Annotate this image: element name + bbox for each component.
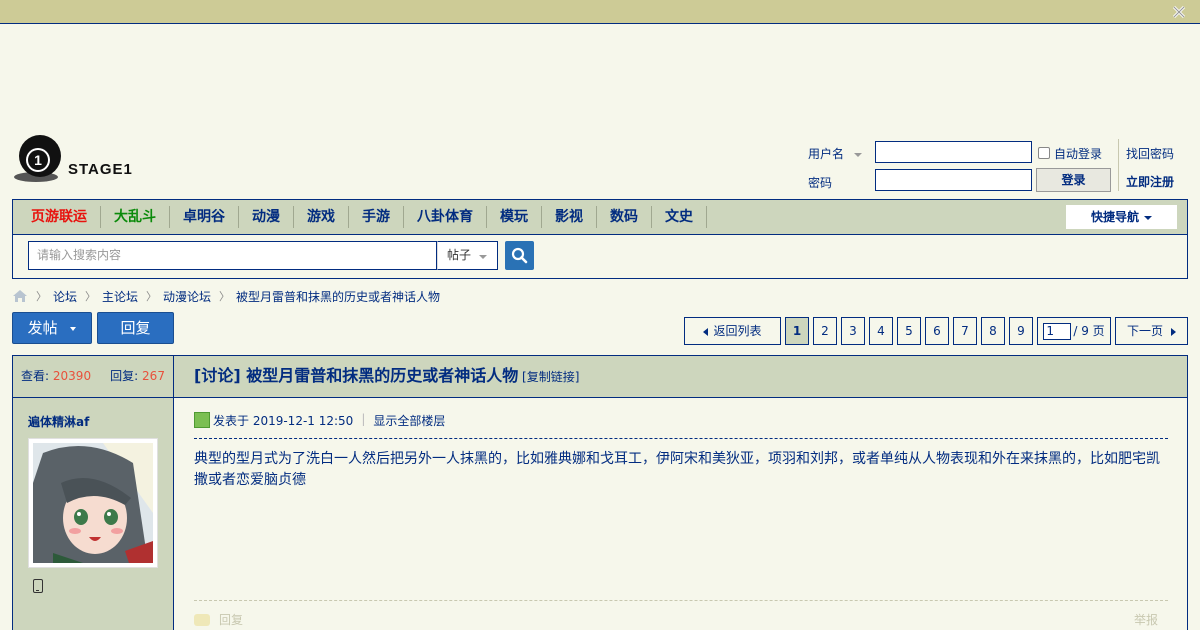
password-label: 密码 xyxy=(808,176,833,190)
post-footer: 回复 举报 xyxy=(194,600,1168,630)
main-nav: 页游联运 大乱斗 卓明谷 动漫 游戏 手游 八卦体育 模玩 影视 数码 文史 快… xyxy=(12,199,1188,235)
page-1[interactable]: 1 xyxy=(785,317,809,345)
breadcrumb: 〉 论坛 〉 主论坛 〉 动漫论坛 〉 被型月雷普和抹黑的历史或者神话人物 xyxy=(12,288,440,304)
breadcrumb-item-thread[interactable]: 被型月雷普和抹黑的历史或者神话人物 xyxy=(236,288,440,305)
stage1-logo-icon: 1 xyxy=(14,135,61,182)
avatar[interactable] xyxy=(28,438,158,568)
report-link[interactable]: 举报 xyxy=(1134,611,1158,628)
post-date: 发表于 2019-12-1 12:50 xyxy=(213,414,354,428)
page-9[interactable]: 9 xyxy=(1009,317,1033,345)
nav-item-digital[interactable]: 数码 xyxy=(597,206,652,228)
chevron-down-icon xyxy=(1144,215,1152,220)
close-icon[interactable] xyxy=(1172,5,1186,19)
nav-item-models[interactable]: 模玩 xyxy=(487,206,542,228)
breadcrumb-item-forum[interactable]: 论坛 xyxy=(53,288,77,305)
quick-nav-label: 快捷导航 xyxy=(1090,210,1139,224)
search-button[interactable] xyxy=(505,241,534,270)
back-to-list-button[interactable]: 返回列表 xyxy=(684,317,781,345)
site-logo[interactable]: 1 xyxy=(12,134,152,186)
page-jump-input[interactable]: 1 xyxy=(1043,323,1072,340)
username-label[interactable]: 用户名 xyxy=(808,145,862,162)
comment-icon xyxy=(194,613,210,626)
new-post-button[interactable]: 发帖 xyxy=(12,312,92,344)
username-label-text: 用户名 xyxy=(808,147,845,161)
login-button[interactable]: 登录 xyxy=(1036,168,1111,192)
breadcrumb-item-main-forum[interactable]: 主论坛 xyxy=(102,288,138,305)
post-reply-action[interactable]: 回复 xyxy=(194,611,243,628)
post-content: 典型的型月式为了洗白一人然后把另外一人抹黑的，比如雅典娜和戈耳工，伊阿宋和美狄亚… xyxy=(194,451,1160,488)
online-status-icon xyxy=(194,412,210,428)
first-post: 查看: 20390 回复: 267 遍体精淋af [讨论] 被型月雷普和抹黑的历… xyxy=(12,355,1188,630)
show-all-floors-link[interactable]: 显示全部楼层 xyxy=(373,412,445,429)
breadcrumb-separator: 〉 xyxy=(219,290,231,303)
avatar-image xyxy=(33,443,153,563)
back-to-list-label: 返回列表 xyxy=(713,324,762,338)
next-page-label: 下一页 xyxy=(1126,324,1163,338)
pagination: 返回列表 1 2 3 4 5 6 7 8 9 1/ 9 页 下一页 xyxy=(680,317,1188,345)
replies-count: 267 xyxy=(142,369,165,383)
breadcrumb-item-anime-forum[interactable]: 动漫论坛 xyxy=(163,288,211,305)
page-3[interactable]: 3 xyxy=(841,317,865,345)
home-icon[interactable] xyxy=(12,289,28,303)
copy-link[interactable]: [复制链接] xyxy=(522,370,579,384)
auto-login-checkbox[interactable] xyxy=(1038,147,1050,159)
quick-nav-button[interactable]: 快捷导航 xyxy=(1066,205,1177,229)
nav-item-anime[interactable]: 动漫 xyxy=(239,206,294,228)
nav-item-gossip-sports[interactable]: 八卦体育 xyxy=(404,206,487,228)
new-post-label: 发帖 xyxy=(27,319,58,337)
username-input[interactable] xyxy=(875,141,1032,163)
nav-item-games[interactable]: 游戏 xyxy=(294,206,349,228)
page-5[interactable]: 5 xyxy=(897,317,921,345)
page-7[interactable]: 7 xyxy=(953,317,977,345)
auto-login-label[interactable]: 自动登录 xyxy=(1054,145,1102,162)
nav-item-brawl[interactable]: 大乱斗 xyxy=(101,206,170,228)
nav-item-film[interactable]: 影视 xyxy=(542,206,597,228)
nav-item-history[interactable]: 文史 xyxy=(652,206,707,228)
breadcrumb-separator: 〉 xyxy=(36,290,47,303)
views-count: 20390 xyxy=(52,369,92,383)
thread-title: [讨论] 被型月雷普和抹黑的历史或者神话人物 xyxy=(194,366,519,385)
chevron-left-icon xyxy=(703,327,709,336)
forgot-password-link[interactable]: 找回密码 xyxy=(1126,145,1174,162)
nav-item-webgame[interactable]: 页游联运 xyxy=(18,206,101,228)
search-type-value: 帖子 xyxy=(447,248,472,262)
thread-stats: 查看: 20390 回复: 267 xyxy=(13,356,173,398)
replies-label: 回复: xyxy=(110,369,139,383)
login-panel: 用户名 自动登录 密码 登录 找回密码 立即注册 xyxy=(808,139,1188,193)
author-name[interactable]: 遍体精淋af xyxy=(28,413,89,430)
divider xyxy=(1118,139,1119,191)
logo-text: STAGE1 xyxy=(68,161,133,178)
search-icon xyxy=(511,247,528,264)
search-input[interactable]: 请输入搜索内容 xyxy=(28,241,437,270)
breadcrumb-separator: 〉 xyxy=(85,290,97,303)
page-6[interactable]: 6 xyxy=(925,317,949,345)
thread-header: [讨论] 被型月雷普和抹黑的历史或者神话人物 [复制链接] xyxy=(174,356,1187,398)
next-page-button[interactable]: 下一页 xyxy=(1115,317,1188,345)
breadcrumb-separator: 〉 xyxy=(146,290,158,303)
search-bar: 请输入搜索内容 帖子 xyxy=(12,235,1188,279)
page-jump: 1/ 9 页 xyxy=(1037,317,1111,345)
chevron-down-icon xyxy=(853,152,862,157)
post-meta: 发表于 2019-12-1 12:50 | 显示全部楼层 xyxy=(194,412,1168,439)
chevron-right-icon xyxy=(1171,327,1176,336)
mobile-icon xyxy=(33,579,43,593)
search-type-select[interactable]: 帖子 xyxy=(437,241,498,270)
page-2[interactable]: 2 xyxy=(813,317,837,345)
page-8[interactable]: 8 xyxy=(981,317,1005,345)
divider: | xyxy=(361,412,366,426)
svg-text:1: 1 xyxy=(34,152,42,168)
reply-button[interactable]: 回复 xyxy=(97,312,174,344)
chevron-down-icon xyxy=(479,255,487,259)
chevron-down-icon xyxy=(70,326,77,331)
views-label: 查看: xyxy=(21,369,50,383)
page-total: / 9 页 xyxy=(1073,324,1105,338)
author-sidebar: 查看: 20390 回复: 267 遍体精淋af xyxy=(13,356,174,630)
top-banner-bar xyxy=(0,0,1200,24)
register-link[interactable]: 立即注册 xyxy=(1126,173,1174,190)
page-4[interactable]: 4 xyxy=(869,317,893,345)
password-input[interactable] xyxy=(875,169,1032,191)
nav-item-zhuomingu[interactable]: 卓明谷 xyxy=(170,206,239,228)
post-reply-label: 回复 xyxy=(219,613,244,627)
nav-item-mobile-games[interactable]: 手游 xyxy=(349,206,404,228)
